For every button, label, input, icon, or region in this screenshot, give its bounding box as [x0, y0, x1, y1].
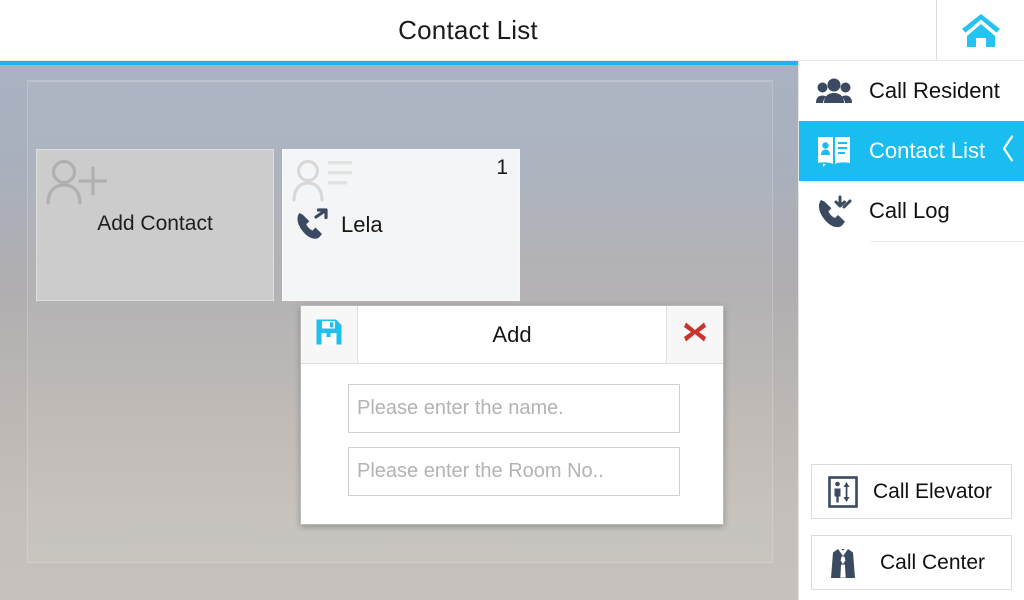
- add-contact-card[interactable]: Add Contact: [36, 149, 274, 301]
- sidebar-bottom-buttons: Call Elevator Call Center: [799, 464, 1024, 590]
- add-contact-label: Add Contact: [97, 212, 213, 235]
- close-icon: [681, 318, 709, 351]
- call-center-button[interactable]: Call Center: [811, 535, 1012, 590]
- dialog-body: [301, 364, 723, 496]
- contact-card-row: Lela: [293, 206, 383, 244]
- contact-card[interactable]: 1 Lela: [282, 149, 520, 301]
- contact-card-badge: 1: [496, 156, 508, 179]
- suit-person-icon: [824, 544, 862, 582]
- home-icon: [959, 10, 1003, 50]
- group-people-icon: [815, 72, 853, 110]
- contact-book-icon: [815, 132, 853, 170]
- sidebar-divider: [871, 241, 1024, 242]
- contact-name: Lela: [341, 212, 383, 237]
- close-button[interactable]: [666, 306, 723, 363]
- sidebar-item-contact-list[interactable]: Contact List: [799, 121, 1024, 181]
- save-icon: [315, 318, 343, 351]
- name-input[interactable]: [348, 384, 680, 433]
- contact-list-screen: Contact List Add Contact 1 Lela Add Plea…: [0, 0, 1024, 600]
- sidebar-item-label: Call Log: [869, 198, 950, 223]
- outgoing-call-icon: [293, 206, 331, 244]
- sidebar-item-label: Call Resident: [869, 78, 1000, 103]
- home-button[interactable]: [936, 0, 1024, 60]
- call-elevator-label: Call Elevator: [872, 479, 993, 503]
- main-stage: Add Contact 1 Lela Add Please enter the …: [0, 65, 798, 600]
- sidebar: Call Resident Contact List Call Log Call…: [798, 61, 1024, 600]
- contact-list-icon: [291, 158, 353, 211]
- page-title: Contact List: [398, 15, 538, 45]
- dialog-title: Add: [358, 306, 666, 363]
- sidebar-item-call-resident[interactable]: Call Resident: [799, 61, 1024, 121]
- call-log-icon: [815, 192, 853, 230]
- dialog-header: Add: [301, 306, 723, 364]
- person-add-icon: [45, 158, 108, 215]
- add-contact-dialog: Add: [300, 305, 724, 525]
- sidebar-item-label: Contact List: [869, 138, 986, 163]
- call-elevator-button[interactable]: Call Elevator: [811, 464, 1012, 519]
- save-button[interactable]: [301, 306, 358, 363]
- title-bar: Contact List: [0, 0, 1024, 61]
- chevron-left-icon: [1000, 134, 1016, 169]
- room-no-input[interactable]: [348, 447, 680, 496]
- elevator-icon: [824, 473, 862, 511]
- call-center-label: Call Center: [879, 550, 986, 574]
- sidebar-item-call-log[interactable]: Call Log: [799, 181, 1024, 241]
